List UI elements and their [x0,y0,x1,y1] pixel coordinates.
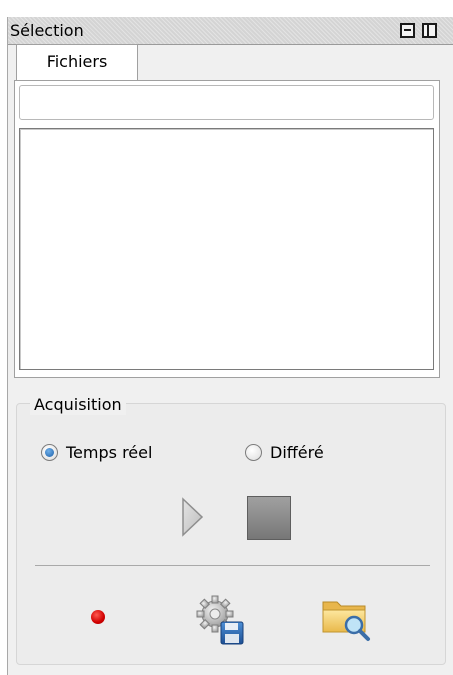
fichiers-tab-pane [14,80,440,378]
file-list[interactable] [19,128,434,370]
radio-temps-reel-label: Temps réel [66,443,153,462]
dock-title: Sélection [10,21,84,40]
radio-differe-label: Différé [270,443,324,462]
radio-differe[interactable]: Différé [245,443,324,462]
acquisition-group-title: Acquisition [30,395,126,415]
play-button[interactable] [174,496,208,538]
play-icon [182,497,204,537]
file-filter-input[interactable] [19,85,434,120]
float-window-icon[interactable] [422,23,437,38]
divider [35,565,430,566]
record-button[interactable] [91,610,105,624]
radio-unchecked-icon[interactable] [245,444,262,461]
minimize-icon[interactable] [400,23,415,38]
stop-button[interactable] [247,496,291,540]
radio-temps-reel[interactable]: Temps réel [41,443,152,462]
tab-fichiers-label: Fichiers [46,52,108,71]
tab-fichiers[interactable]: Fichiers [16,44,138,80]
dock-title-bar[interactable]: Sélection [8,17,453,45]
browse-folder-button[interactable] [320,594,374,642]
settings-save-button[interactable] [193,594,247,646]
folder-search-icon [322,601,370,641]
gear-save-icon [196,595,244,645]
radio-checked-icon[interactable] [41,444,58,461]
